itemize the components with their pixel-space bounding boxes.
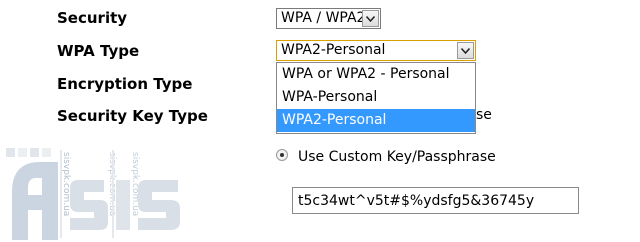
svg-text:sisvpk.com.ua: sisvpk.com.ua xyxy=(130,152,140,216)
partially-hidden-option-text: se xyxy=(476,107,492,123)
security-label: Security xyxy=(57,9,128,27)
chevron-down-icon[interactable] xyxy=(457,42,474,59)
security-select-value: WPA / WPA2 xyxy=(281,10,366,26)
chevron-down-icon[interactable] xyxy=(362,10,379,27)
encryption-type-label: Encryption Type xyxy=(57,75,193,93)
custom-key-input[interactable] xyxy=(292,187,579,214)
custom-key-radio[interactable] xyxy=(276,149,288,161)
wpa-type-option[interactable]: WPA-Personal xyxy=(277,86,475,109)
wpa-type-label: WPA Type xyxy=(57,42,140,60)
security-key-type-label: Security Key Type xyxy=(57,107,208,125)
wpa-type-select-value: WPA2-Personal xyxy=(281,42,386,58)
security-select[interactable]: WPA / WPA2 xyxy=(276,8,381,29)
custom-key-radio-label[interactable]: Use Custom Key/Passphrase xyxy=(298,148,496,166)
wpa-type-option-selected[interactable]: WPA2-Personal xyxy=(277,109,475,132)
watermark-logo: sisvpk.com.ua sisvpk.com.ua sisvpk.com.u… xyxy=(6,148,180,240)
wpa-type-dropdown-list: WPA or WPA2 - Personal WPA-Personal WPA2… xyxy=(276,62,476,134)
watermark-vertical-text: sisvpk.com.ua xyxy=(61,152,71,216)
wpa-type-option[interactable]: WPA or WPA2 - Personal xyxy=(277,63,475,86)
wpa-type-select[interactable]: WPA2-Personal xyxy=(276,40,476,61)
